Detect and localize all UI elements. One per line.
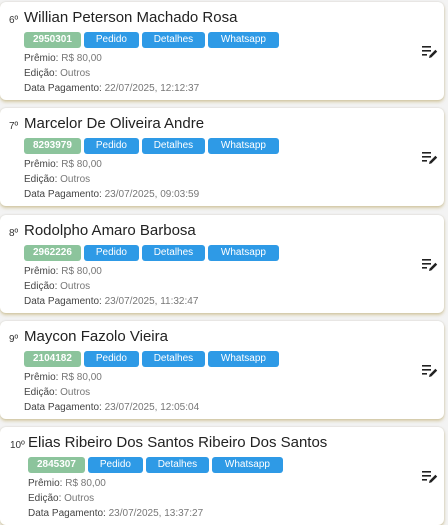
ticket-code-badge: 2950301 (24, 32, 81, 48)
action-row: 2950301 Pedido Detalhes Whatsapp (24, 32, 279, 48)
rank-label: 6º (9, 15, 19, 26)
edit-list-icon[interactable] (422, 364, 438, 378)
edicao-line: Edição: Outros (24, 68, 90, 79)
rank-label: 7º (9, 121, 19, 132)
edicao-line: Edição: Outros (24, 174, 90, 185)
pedido-button[interactable]: Pedido (83, 32, 139, 48)
rank-label: 10º (10, 440, 25, 451)
rank-label: 9º (9, 334, 19, 345)
edicao-line: Edição: Outros (28, 493, 94, 504)
premio-label: Prêmio: (28, 478, 63, 489)
detalhes-button[interactable]: Detalhes (145, 457, 209, 473)
data-pagamento-value: 23/07/2025, 12:05:04 (104, 402, 200, 413)
detalhes-button[interactable]: Detalhes (141, 138, 205, 154)
pedido-button[interactable]: Pedido (87, 457, 143, 473)
data-pagamento-line: Data Pagamento: 22/07/2025, 12:12:37 (24, 83, 199, 94)
premio-label: Prêmio: (24, 266, 59, 277)
action-row: 2104182 Pedido Detalhes Whatsapp (24, 351, 279, 367)
winner-name: Marcelor De Oliveira Andre (24, 115, 205, 132)
premio-label: Prêmio: (24, 159, 59, 170)
detalhes-button[interactable]: Detalhes (141, 32, 205, 48)
premio-value: R$ 80,00 (61, 266, 102, 277)
ticket-code-badge: 2104182 (24, 351, 81, 367)
whatsapp-button[interactable]: Whatsapp (207, 245, 279, 261)
winner-card: 10º Elias Ribeiro Dos Santos Ribeiro Dos… (0, 427, 444, 525)
data-pagamento-label: Data Pagamento: (24, 296, 102, 307)
edicao-value: Outros (60, 174, 91, 185)
premio-line: Prêmio: R$ 80,00 (24, 266, 102, 277)
data-pagamento-label: Data Pagamento: (28, 508, 106, 519)
edicao-label: Edição: (24, 68, 58, 79)
winner-card: 6º Willian Peterson Machado Rosa 2950301… (0, 2, 444, 100)
edit-list-icon[interactable] (422, 470, 438, 484)
edicao-line: Edição: Outros (24, 387, 90, 398)
whatsapp-button[interactable]: Whatsapp (207, 138, 279, 154)
winner-card: 8º Rodolpho Amaro Barbosa 2962226 Pedido… (0, 215, 444, 313)
data-pagamento-value: 23/07/2025, 13:37:27 (108, 508, 204, 519)
winner-name: Rodolpho Amaro Barbosa (24, 222, 196, 239)
data-pagamento-value: 23/07/2025, 11:32:47 (104, 296, 199, 307)
premio-label: Prêmio: (24, 53, 59, 64)
detalhes-button[interactable]: Detalhes (141, 351, 205, 367)
premio-line: Prêmio: R$ 80,00 (24, 372, 102, 383)
data-pagamento-value: 22/07/2025, 12:12:37 (104, 83, 200, 94)
ticket-code-badge: 2962226 (24, 245, 81, 261)
edit-list-icon[interactable] (422, 151, 438, 165)
edicao-label: Edição: (24, 387, 58, 398)
data-pagamento-line: Data Pagamento: 23/07/2025, 11:32:47 (24, 296, 198, 307)
data-pagamento-line: Data Pagamento: 23/07/2025, 13:37:27 (28, 508, 203, 519)
edicao-label: Edição: (28, 493, 62, 504)
premio-line: Prêmio: R$ 80,00 (28, 478, 106, 489)
edicao-label: Edição: (24, 281, 58, 292)
whatsapp-button[interactable]: Whatsapp (207, 351, 279, 367)
edicao-value: Outros (60, 281, 91, 292)
whatsapp-button[interactable]: Whatsapp (207, 32, 279, 48)
edit-list-icon[interactable] (422, 258, 438, 272)
data-pagamento-label: Data Pagamento: (24, 83, 102, 94)
action-row: 2962226 Pedido Detalhes Whatsapp (24, 245, 279, 261)
whatsapp-button[interactable]: Whatsapp (211, 457, 283, 473)
data-pagamento-line: Data Pagamento: 23/07/2025, 12:05:04 (24, 402, 199, 413)
premio-line: Prêmio: R$ 80,00 (24, 159, 102, 170)
winner-card: 9º Maycon Fazolo Vieira 2104182 Pedido D… (0, 321, 444, 419)
edicao-value: Outros (60, 68, 91, 79)
edicao-line: Edição: Outros (24, 281, 90, 292)
rank-label: 8º (9, 228, 19, 239)
edicao-value: Outros (64, 493, 95, 504)
data-pagamento-label: Data Pagamento: (24, 402, 102, 413)
edicao-label: Edição: (24, 174, 58, 185)
pedido-button[interactable]: Pedido (83, 351, 139, 367)
premio-value: R$ 80,00 (61, 53, 102, 64)
winner-name: Elias Ribeiro Dos Santos Ribeiro Dos San… (28, 434, 328, 451)
premio-value: R$ 80,00 (61, 159, 102, 170)
data-pagamento-label: Data Pagamento: (24, 189, 102, 200)
ticket-code-badge: 8293979 (24, 138, 81, 154)
action-row: 8293979 Pedido Detalhes Whatsapp (24, 138, 279, 154)
detalhes-button[interactable]: Detalhes (141, 245, 205, 261)
premio-label: Prêmio: (24, 372, 59, 383)
premio-line: Prêmio: R$ 80,00 (24, 53, 102, 64)
pedido-button[interactable]: Pedido (83, 245, 139, 261)
action-row: 2845307 Pedido Detalhes Whatsapp (28, 457, 283, 473)
premio-value: R$ 80,00 (65, 478, 106, 489)
edicao-value: Outros (60, 387, 91, 398)
winner-name: Willian Peterson Machado Rosa (24, 9, 238, 26)
winners-list: 6º Willian Peterson Machado Rosa 2950301… (0, 0, 448, 525)
ticket-code-badge: 2845307 (28, 457, 85, 473)
data-pagamento-line: Data Pagamento: 23/07/2025, 09:03:59 (24, 189, 199, 200)
winner-name: Maycon Fazolo Vieira (24, 328, 168, 345)
pedido-button[interactable]: Pedido (83, 138, 139, 154)
edit-list-icon[interactable] (422, 45, 438, 59)
data-pagamento-value: 23/07/2025, 09:03:59 (104, 189, 200, 200)
winner-card: 7º Marcelor De Oliveira Andre 8293979 Pe… (0, 108, 444, 206)
premio-value: R$ 80,00 (61, 372, 102, 383)
